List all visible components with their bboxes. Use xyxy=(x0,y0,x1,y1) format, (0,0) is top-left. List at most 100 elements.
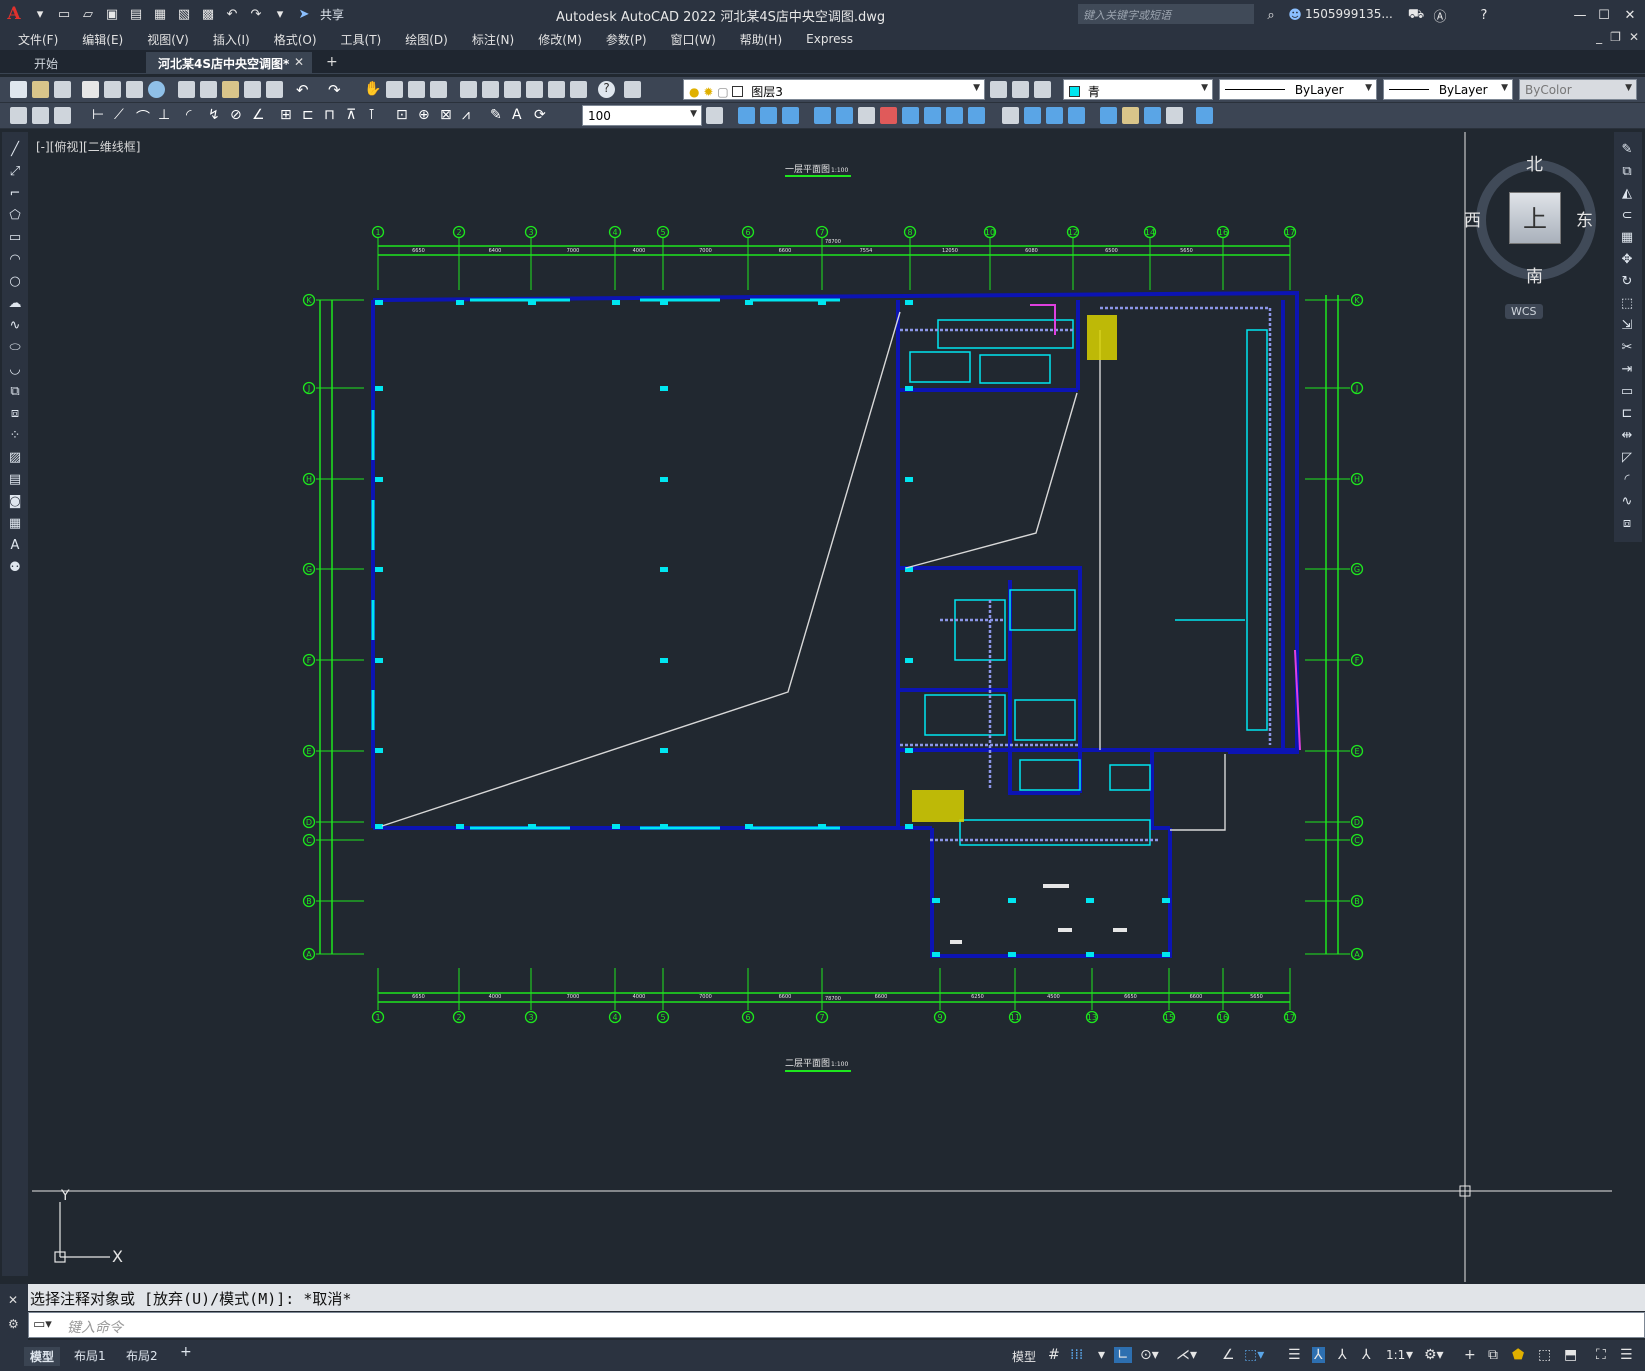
save-to-web-icon[interactable]: ▧ xyxy=(172,3,196,25)
layer-states-icon[interactable] xyxy=(1034,81,1051,98)
workspace-switch-icon[interactable]: ⚙▾ xyxy=(1424,1347,1444,1363)
interfere-icon[interactable] xyxy=(1166,107,1183,124)
menu-help[interactable]: 帮助(H) xyxy=(740,31,782,48)
user-name[interactable]: 1505999135... xyxy=(1305,7,1393,21)
search-icon[interactable]: ⌕ xyxy=(1259,4,1283,26)
tab-layout1[interactable]: 布局1 xyxy=(74,1347,106,1364)
close-icon[interactable]: ✕ xyxy=(1618,4,1642,26)
array-icon[interactable]: ▦ xyxy=(1619,230,1635,246)
print-preview-icon[interactable] xyxy=(104,81,121,98)
break-icon[interactable]: ⊺ xyxy=(368,107,385,124)
object-snap-icon[interactable]: ⬚▾ xyxy=(1244,1347,1264,1363)
new-file-icon[interactable]: ▭ xyxy=(52,3,76,25)
add-layout-icon[interactable]: + xyxy=(180,1344,192,1360)
polygon-icon[interactable]: ⬠ xyxy=(7,208,23,224)
revision-cloud-icon[interactable]: ☁ xyxy=(7,296,23,312)
explode-icon[interactable]: ⧈ xyxy=(1619,516,1635,532)
minimize-icon[interactable]: — xyxy=(1568,4,1592,26)
compass-north[interactable]: 北 xyxy=(1526,150,1543,175)
stretch-icon[interactable]: ⇲ xyxy=(1619,318,1635,334)
copy-faces-icon[interactable] xyxy=(902,107,919,124)
autodesk-app-icon[interactable]: Ⓐ xyxy=(1428,4,1452,26)
compass-south[interactable]: 南 xyxy=(1526,262,1543,287)
space-icon[interactable]: ⊼ xyxy=(346,107,363,124)
layer-previous-icon[interactable] xyxy=(1012,81,1029,98)
blend-curves-icon[interactable]: ∿ xyxy=(1619,494,1635,510)
user-icon[interactable]: ☻ xyxy=(1283,4,1307,26)
save-icon[interactable]: ▣ xyxy=(100,3,124,25)
help-icon[interactable]: ? xyxy=(598,81,615,98)
viewcube-top-face[interactable]: 上 xyxy=(1509,192,1561,244)
style-icon[interactable] xyxy=(32,107,49,124)
color-dropdown[interactable]: 青 ▼ xyxy=(1063,79,1213,100)
help-icon[interactable]: ? xyxy=(1472,4,1496,26)
command-line-handle[interactable]: ✕ ⚙ xyxy=(0,1284,28,1340)
viewcube[interactable]: 北 南 东 西 上 WCS xyxy=(1460,146,1600,326)
viewport-controls[interactable]: [-][俯视][二维线框] xyxy=(36,138,140,155)
diameter-icon[interactable]: ⊘ xyxy=(230,107,247,124)
union-icon[interactable] xyxy=(738,107,755,124)
menu-insert[interactable]: 插入(I) xyxy=(213,31,250,48)
gradient-icon[interactable]: ▤ xyxy=(7,472,23,488)
cut-icon[interactable] xyxy=(178,81,195,98)
design-center-icon[interactable] xyxy=(482,81,499,98)
markup-icon[interactable] xyxy=(548,81,565,98)
separate-icon[interactable] xyxy=(858,107,875,124)
taper-faces-icon[interactable] xyxy=(968,107,985,124)
isolate-objects-icon[interactable]: ⧉ xyxy=(1488,1347,1498,1363)
doc-restore-icon[interactable]: ❐ xyxy=(1610,30,1621,44)
thicken-icon[interactable] xyxy=(1122,107,1139,124)
menu-tools[interactable]: 工具(T) xyxy=(341,31,382,48)
arc-length-icon[interactable]: ⌒ xyxy=(136,107,153,126)
move-icon[interactable]: ✥ xyxy=(1619,252,1635,268)
tolerance-icon[interactable]: ⊡ xyxy=(396,107,413,124)
drawing-viewport[interactable]: 1 2 3 4 5 6 7 8 10 12 14 16 17 1 2 3 4 5 6 7 9 11 13 15 16 17 KJ… xyxy=(32,132,1612,1282)
rotate-icon[interactable]: ↻ xyxy=(1619,274,1635,290)
hatch-icon[interactable]: ▨ xyxy=(7,450,23,466)
continue-icon[interactable]: ⊓ xyxy=(324,107,341,124)
linetype-dropdown[interactable]: ByLayer ▼ xyxy=(1219,79,1377,100)
grid-icon[interactable]: # xyxy=(1048,1347,1060,1363)
annotation-scale-value[interactable]: 1:1 xyxy=(1386,1348,1405,1362)
compass-west[interactable]: 西 xyxy=(1464,206,1481,231)
tab-layout2[interactable]: 布局2 xyxy=(126,1347,158,1364)
imprint-icon[interactable] xyxy=(836,107,853,124)
make-current-icon[interactable] xyxy=(990,81,1007,98)
tab-close-icon[interactable]: ✕ xyxy=(294,55,304,69)
section-icon[interactable] xyxy=(1144,107,1161,124)
maximize-icon[interactable]: ☐ xyxy=(1592,4,1616,26)
snap-icon[interactable]: ⁞⁞⁞ xyxy=(1070,1347,1083,1363)
lineweight-icon[interactable]: ☰ xyxy=(1288,1347,1301,1363)
solid-edit-icon[interactable] xyxy=(1196,107,1213,124)
save-icon[interactable] xyxy=(54,81,71,98)
isodraft-icon[interactable]: ⋌▾ xyxy=(1176,1347,1197,1363)
edit-text-icon[interactable]: A xyxy=(512,107,529,124)
menu-dimension[interactable]: 标注(N) xyxy=(472,31,514,48)
redo-icon[interactable]: ↷ xyxy=(328,81,345,99)
trim-icon[interactable]: ✂ xyxy=(1619,340,1635,356)
ellipse-icon[interactable]: ⬭ xyxy=(7,340,23,356)
polyline-icon[interactable]: ⌐ xyxy=(7,186,23,202)
close-command-icon[interactable]: ✕ xyxy=(8,1293,18,1307)
edit-dimension-icon[interactable]: ✎ xyxy=(490,107,507,124)
extrude-icon[interactable] xyxy=(814,107,831,124)
insert-block-icon[interactable]: ⧉ xyxy=(7,384,23,400)
subtract-icon[interactable] xyxy=(760,107,777,124)
center-mark-icon[interactable]: ⊕ xyxy=(418,107,435,124)
spline-icon[interactable]: ∿ xyxy=(7,318,23,334)
menu-parametric[interactable]: 参数(P) xyxy=(606,31,647,48)
new-icon[interactable] xyxy=(10,81,27,98)
sheet-set-icon[interactable] xyxy=(526,81,543,98)
tool-palettes-icon[interactable] xyxy=(504,81,521,98)
multiline-text-icon[interactable]: A xyxy=(7,538,23,554)
paste-icon[interactable] xyxy=(222,81,239,98)
zoom-window-icon[interactable] xyxy=(408,81,425,98)
customize-command-icon[interactable]: ⚙ xyxy=(8,1317,19,1331)
tab-model[interactable]: 模型 xyxy=(24,1347,61,1366)
command-input[interactable]: ▭▾ 键入命令 xyxy=(28,1312,1645,1338)
wcs-menu[interactable]: WCS xyxy=(1505,304,1543,319)
save-as-icon[interactable]: ▤ xyxy=(124,3,148,25)
customization-menu-icon[interactable]: ☰ xyxy=(1620,1347,1633,1363)
copy-icon[interactable] xyxy=(200,81,217,98)
polar-icon[interactable]: ⊙▾ xyxy=(1140,1347,1159,1363)
